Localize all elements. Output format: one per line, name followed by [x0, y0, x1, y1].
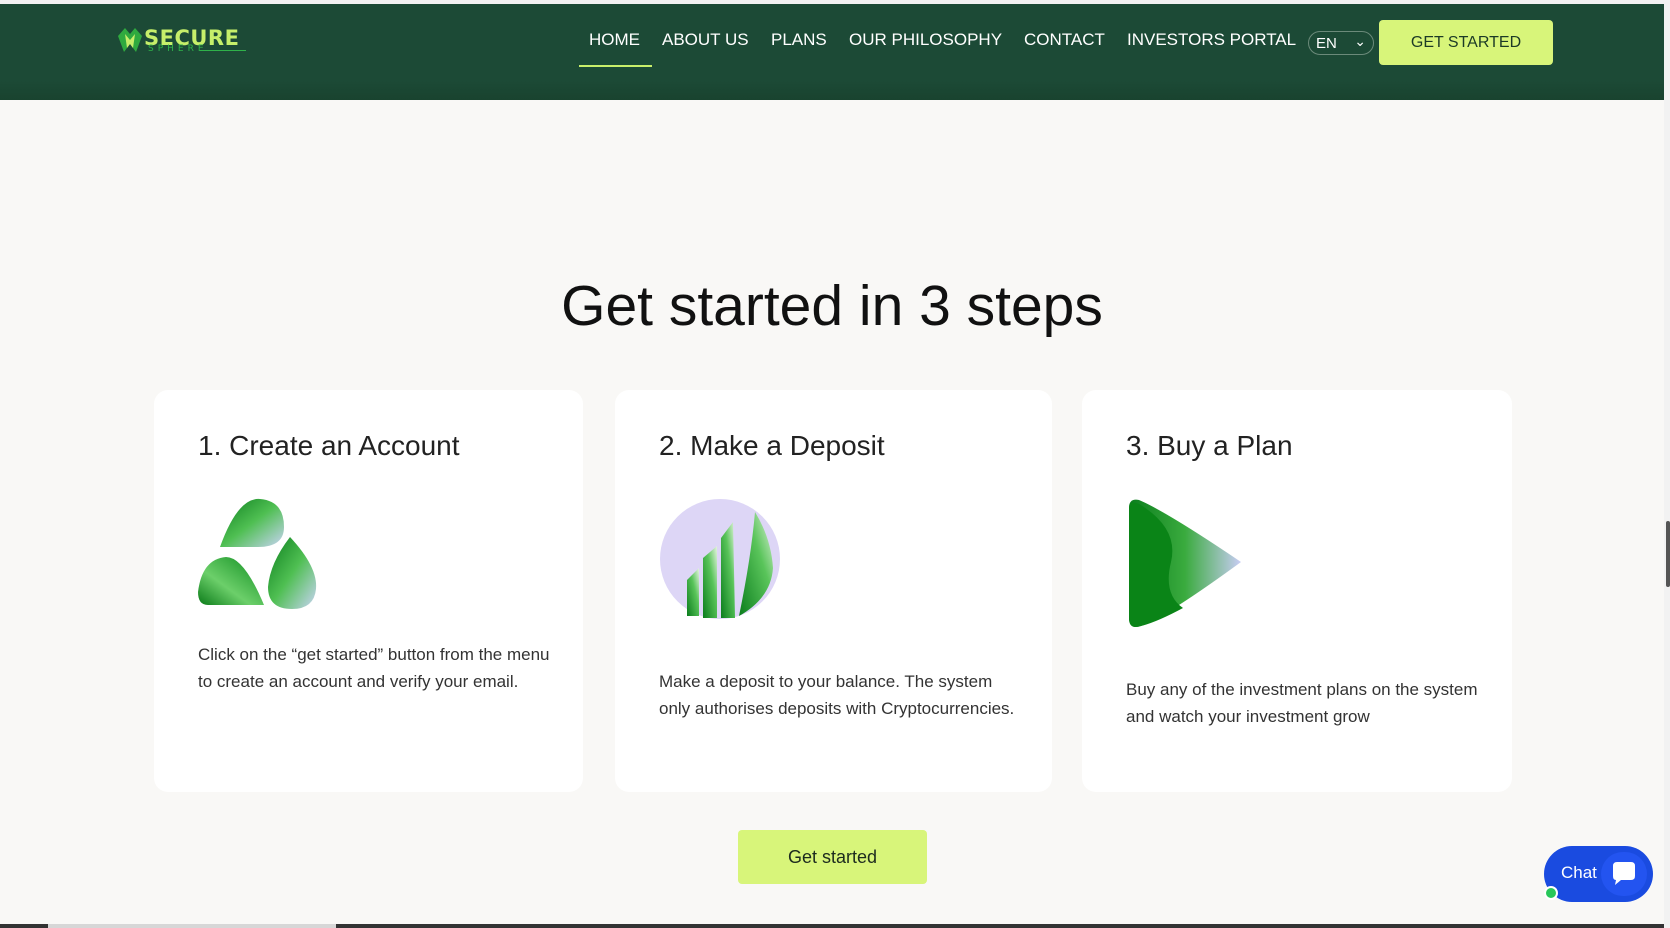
chevron-down-icon: ⌄	[1354, 33, 1366, 49]
step-description: Buy any of the investment plans on the s…	[1126, 680, 1478, 726]
step-description: Make a deposit to your balance. The syst…	[659, 672, 1015, 718]
deposit-chart-icon	[660, 499, 780, 619]
step-card-2: 2. Make a Deposit Make a deposit to your…	[615, 390, 1052, 792]
logo-subtext: SPHERE	[148, 44, 208, 54]
get-started-header-button[interactable]: GET STARTED	[1379, 20, 1553, 65]
nav-our-philosophy[interactable]: OUR PHILOSOPHY	[849, 30, 1002, 50]
nav-investors-portal[interactable]: INVESTORS PORTAL	[1127, 30, 1296, 50]
scrollbar-thumb[interactable]	[1666, 521, 1670, 587]
step-card-3: 3. Buy a Plan Buy any of the investment …	[1082, 390, 1512, 792]
chat-label: Chat	[1561, 863, 1597, 882]
step-title: 2. Make a Deposit	[659, 430, 885, 461]
step-title: 3. Buy a Plan	[1126, 430, 1293, 461]
recycle-shapes-icon	[198, 498, 317, 609]
play-arrow-icon	[1129, 499, 1241, 627]
chat-widget-button[interactable]: Chat	[1544, 846, 1653, 902]
bottom-scrollbar	[0, 924, 1664, 928]
nav-plans[interactable]: PLANS	[771, 30, 827, 50]
step-title: 1. Create an Account	[198, 430, 460, 461]
nav-home[interactable]: HOME	[589, 30, 640, 50]
nav-contact[interactable]: CONTACT	[1024, 30, 1105, 50]
nav-active-indicator	[579, 65, 652, 67]
get-started-button[interactable]: Get started	[738, 830, 927, 884]
step-card-1: 1. Create an Account Click on the “get s…	[154, 390, 583, 792]
step-description: Click on the “get started” button from t…	[198, 645, 550, 691]
shield-logo-icon	[118, 28, 142, 52]
language-value: EN	[1316, 35, 1337, 52]
scrollbar[interactable]	[1664, 0, 1670, 928]
top-navbar: SECURE SPHERE HOME ABOUT US PLANS OUR PH…	[0, 0, 1670, 100]
language-select[interactable]: EN ⌄	[1308, 31, 1374, 55]
online-status-dot	[1544, 886, 1558, 900]
logo-underline	[200, 50, 246, 51]
nav-about-us[interactable]: ABOUT US	[662, 30, 749, 50]
section-title: Get started in 3 steps	[561, 274, 1103, 338]
site-logo[interactable]: SECURE SPHERE	[116, 26, 246, 56]
chat-bubble-icon	[1601, 852, 1647, 896]
